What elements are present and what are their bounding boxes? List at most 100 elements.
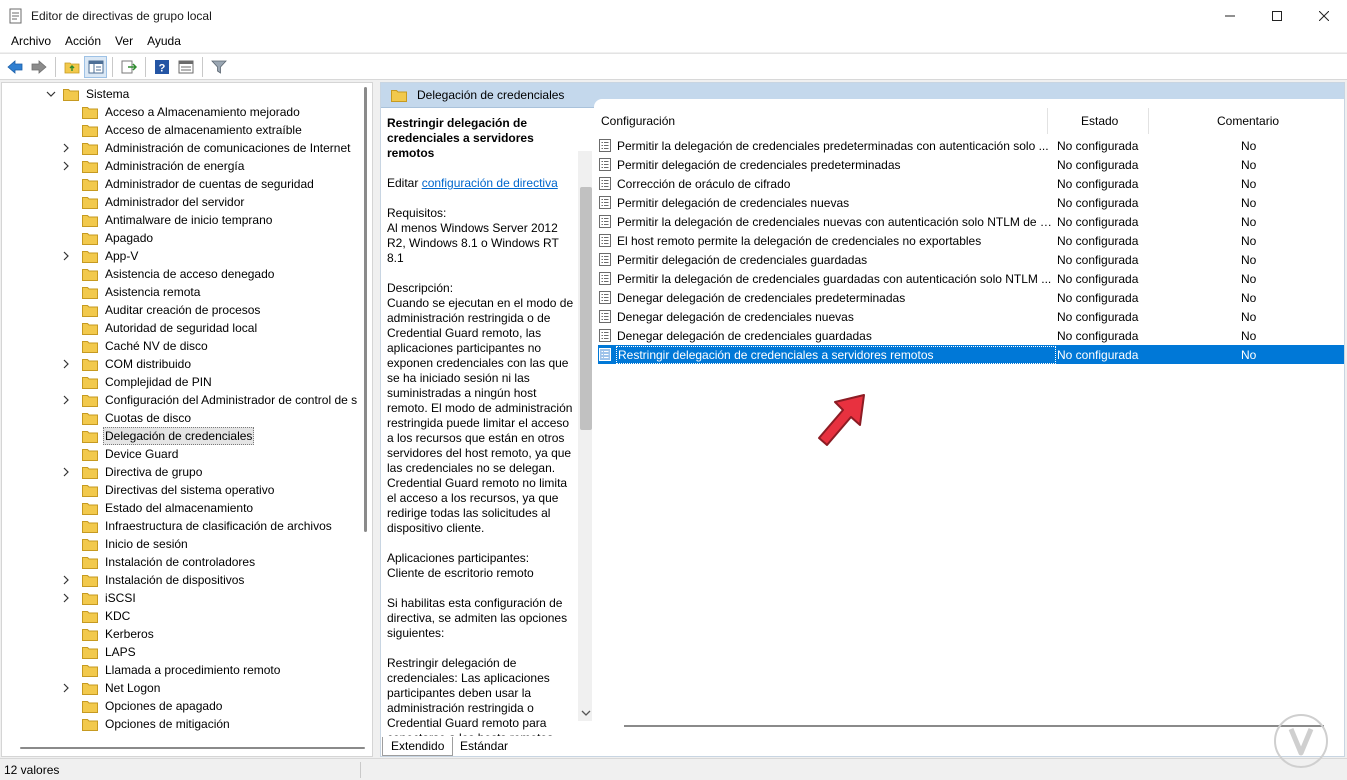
tree-item[interactable]: LAPS (65, 643, 138, 661)
chevron-down-icon[interactable] (580, 707, 592, 719)
tree-item[interactable]: Antimalware de inicio temprano (65, 211, 274, 229)
table-row[interactable]: Denegar delegación de credenciales prede… (598, 288, 1344, 307)
tree-item[interactable]: Caché NV de disco (65, 337, 210, 355)
tree-item[interactable]: Apagado (65, 229, 155, 247)
setting-name: Permitir la delegación de credenciales n… (617, 214, 1056, 229)
close-button[interactable] (1301, 0, 1347, 31)
export-list-button[interactable] (117, 56, 140, 78)
tab-estandar[interactable]: Estándar (452, 737, 516, 756)
tree-item-label: Configuración del Administrador de contr… (105, 393, 358, 407)
column-header-estado[interactable]: Estado (1081, 108, 1118, 134)
tree-item[interactable]: Kerberos (65, 625, 156, 643)
table-row[interactable]: Permitir delegación de credenciales pred… (598, 155, 1344, 174)
tree-item[interactable]: Complejidad de PIN (65, 373, 214, 391)
tree-item[interactable]: Opciones de mitigación (65, 715, 232, 733)
tree-item[interactable]: Estado del almacenamiento (65, 499, 255, 517)
chevron-right-icon[interactable] (61, 359, 71, 369)
chevron-right-icon[interactable] (61, 467, 71, 477)
table-row[interactable]: Denegar delegación de credenciales guard… (598, 326, 1344, 345)
chevron-right-icon[interactable] (61, 683, 71, 693)
menu-ayuda[interactable]: Ayuda (140, 31, 188, 52)
chevron-right-icon[interactable] (61, 143, 71, 153)
minimize-button[interactable] (1207, 0, 1253, 31)
tree-item[interactable]: Asistencia de acceso denegado (65, 265, 276, 283)
tab-extendido[interactable]: Extendido (382, 737, 454, 756)
chevron-right-icon[interactable] (61, 161, 71, 171)
forward-button[interactable] (27, 56, 50, 78)
column-divider[interactable] (1148, 108, 1149, 134)
filter-button[interactable] (207, 56, 230, 78)
up-folder-button[interactable] (60, 56, 83, 78)
table-row[interactable]: Permitir la delegación de credenciales n… (598, 212, 1344, 231)
tree-item-label: Inicio de sesión (105, 537, 188, 551)
tree-item[interactable]: Asistencia remota (65, 283, 202, 301)
tree-item[interactable]: COM distribuido (63, 355, 193, 373)
tree-item[interactable]: Directiva de grupo (63, 463, 204, 481)
tree-item[interactable]: Configuración del Administrador de contr… (63, 391, 359, 409)
tree-pane[interactable]: Sistema Acceso a Almacenamiento mejorado… (1, 82, 373, 757)
chevron-right-icon[interactable] (61, 251, 71, 261)
menu-ver[interactable]: Ver (108, 31, 140, 52)
tree-item[interactable]: Autoridad de seguridad local (65, 319, 259, 337)
tree-item[interactable]: Administración de comunicaciones de Inte… (63, 139, 352, 157)
back-button[interactable] (3, 56, 26, 78)
tree-horizontal-scrollbar[interactable] (20, 747, 365, 749)
tree-item[interactable]: iSCSI (63, 589, 138, 607)
properties-button[interactable] (174, 56, 197, 78)
back-arrow-icon (6, 59, 22, 74)
table-row[interactable]: Permitir la delegación de credenciales g… (598, 269, 1344, 288)
tree-item[interactable]: Acceso a Almacenamiento mejorado (65, 103, 302, 121)
setting-name: Restringir delegación de credenciales a … (616, 345, 1056, 364)
tree-item[interactable]: Acceso de almacenamiento extraíble (65, 121, 304, 139)
tree-item[interactable]: Inicio de sesión (65, 535, 190, 553)
tree-item[interactable]: Auditar creación de procesos (65, 301, 262, 319)
options-text: Si habilitas esta configuración de direc… (387, 596, 568, 640)
setting-name: El host remoto permite la delegación de … (617, 233, 982, 248)
menu-accion[interactable]: Acción (58, 31, 108, 52)
tree-item[interactable]: Directivas del sistema operativo (65, 481, 276, 499)
tree-item[interactable]: Instalación de dispositivos (63, 571, 246, 589)
tree-item[interactable]: Device Guard (65, 445, 180, 463)
chevron-right-icon[interactable] (61, 575, 71, 585)
edit-policy-link[interactable]: configuración de directiva (422, 176, 558, 190)
column-header-comentario[interactable]: Comentario (1217, 108, 1279, 134)
maximize-button[interactable] (1254, 0, 1300, 31)
help-button[interactable]: ? (150, 56, 173, 78)
properties-icon (178, 60, 193, 73)
table-row[interactable]: Corrección de oráculo de cifrado No confi… (598, 174, 1344, 193)
list-horizontal-scrollbar[interactable] (624, 725, 1324, 727)
table-row[interactable]: Restringir delegación de credenciales a … (598, 345, 1344, 364)
tree-item-label: Apagado (105, 231, 154, 245)
tree-item[interactable]: Instalación de controladores (65, 553, 257, 571)
tree-item[interactable]: App-V (63, 247, 140, 265)
tree-item[interactable]: Administrador del servidor (65, 193, 246, 211)
show-hide-tree-button[interactable] (84, 55, 107, 78)
chevron-right-icon[interactable] (61, 395, 71, 405)
folder-icon (82, 592, 98, 605)
table-row[interactable]: El host remoto permite la delegación de … (598, 231, 1344, 250)
tree-vertical-scrollbar[interactable] (364, 87, 367, 532)
tree-item[interactable]: KDC (65, 607, 132, 625)
menu-archivo[interactable]: Archivo (4, 31, 58, 52)
table-row[interactable]: Permitir la delegación de credenciales p… (598, 136, 1344, 155)
table-row[interactable]: Denegar delegación de credenciales nueva… (598, 307, 1344, 326)
setting-comment: No (1241, 290, 1257, 305)
tree-item-sistema[interactable]: Sistema (46, 85, 131, 103)
column-divider[interactable] (1047, 108, 1048, 134)
setting-name: Permitir delegación de credenciales guar… (617, 252, 868, 267)
tree-item[interactable]: Infraestructura de clasificación de arch… (65, 517, 334, 535)
tree-item[interactable]: Administrador de cuentas de seguridad (65, 175, 316, 193)
table-row[interactable]: Permitir delegación de credenciales guar… (598, 250, 1344, 269)
table-row[interactable]: Permitir delegación de credenciales nuev… (598, 193, 1344, 212)
chevron-down-icon[interactable] (46, 89, 56, 99)
description-scrollbar-thumb[interactable] (580, 187, 592, 430)
tree-item[interactable]: Opciones de apagado (65, 697, 224, 715)
tree-item[interactable]: Administración de energía (63, 157, 246, 175)
policy-setting-icon (599, 234, 611, 247)
tree-item[interactable]: Net Logon (63, 679, 162, 697)
chevron-right-icon[interactable] (61, 593, 71, 603)
tree-item[interactable]: Llamada a procedimiento remoto (65, 661, 282, 679)
tree-item[interactable]: Cuotas de disco (65, 409, 193, 427)
column-header-configuracion[interactable]: Configuración (601, 108, 675, 134)
tree-item[interactable]: Delegación de credenciales (65, 427, 255, 445)
